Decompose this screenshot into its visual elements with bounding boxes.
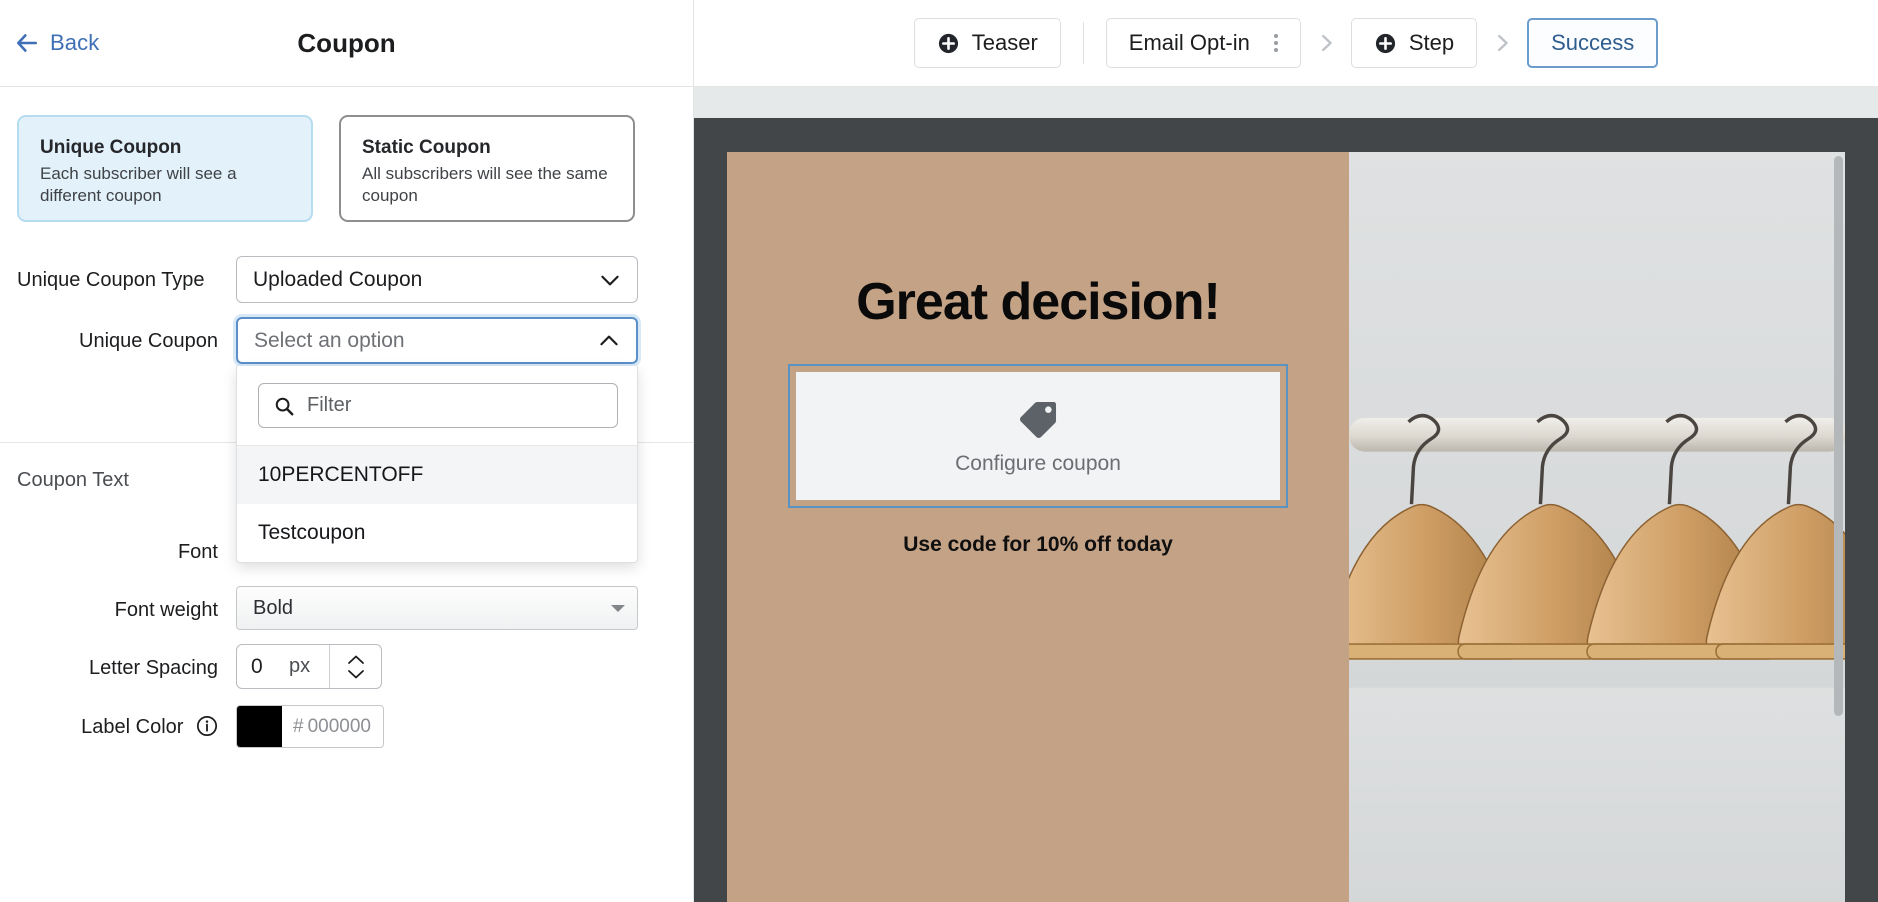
plus-circle-icon: [938, 33, 958, 53]
unique-coupon-select[interactable]: Select an option: [236, 317, 638, 364]
step-label: Step: [1408, 30, 1455, 55]
field-control: px: [236, 644, 382, 689]
label-color-text: Label Color: [81, 716, 184, 738]
step-button-success[interactable]: Success: [1527, 18, 1659, 68]
tag-icon: [1019, 401, 1057, 438]
back-button[interactable]: Back: [14, 30, 99, 56]
back-label: Back: [50, 30, 100, 55]
app-root: Back Coupon Unique Coupon Each subscribe…: [0, 0, 1878, 902]
field-letter-spacing: Letter Spacing px: [0, 644, 693, 689]
coupon-form: Unique Coupon Type Uploaded Coupon Uniqu…: [0, 222, 693, 748]
popup-headline: Great decision!: [856, 273, 1221, 331]
dropdown-filter-section: [237, 366, 637, 446]
field-label: Font weight: [114, 599, 218, 621]
panel-header: Back Coupon: [0, 0, 693, 87]
label-color-field[interactable]: # 000000: [236, 705, 384, 748]
step-options-kebab-icon[interactable]: [1273, 34, 1278, 52]
card-title: Static Coupon: [362, 137, 491, 158]
step-button-email-optin[interactable]: Email Opt-in: [1105, 18, 1301, 68]
coupon-placeholder-slot[interactable]: Configure coupon: [788, 364, 1288, 508]
field-label: Letter Spacing: [89, 657, 218, 679]
coupon-type-cards: Unique Coupon Each subscriber will see a…: [0, 87, 693, 222]
select-value: Uploaded Coupon: [253, 267, 423, 291]
field-control: Uploaded Coupon: [236, 256, 638, 303]
panel-body: Unique Coupon Each subscriber will see a…: [0, 87, 693, 902]
step-button-add-step[interactable]: Step: [1350, 18, 1478, 68]
field-label: Unique Coupon: [79, 330, 218, 352]
coupon-type-card-unique[interactable]: Unique Coupon Each subscriber will see a…: [17, 115, 313, 222]
field-control: # 000000: [236, 705, 384, 748]
field-label: Unique Coupon Type: [17, 269, 205, 291]
page-title: Coupon: [297, 27, 396, 58]
field-label: Label Color: [0, 705, 236, 741]
field-label: Font: [177, 541, 218, 563]
step-label: Email Opt-in: [1128, 30, 1250, 55]
hangers-photo: [1349, 152, 1845, 902]
unique-coupon-type-select[interactable]: Uploaded Coupon: [236, 256, 638, 303]
stepper-buttons[interactable]: [329, 645, 381, 688]
popup-image-column: [1349, 152, 1845, 902]
preview-scrollbar[interactable]: [1834, 156, 1843, 716]
dropdown-option-testcoupon[interactable]: Testcoupon: [237, 504, 637, 562]
chevron-up-icon: [600, 335, 618, 345]
hex-value: 000000: [307, 715, 371, 737]
select-value: Bold: [253, 596, 294, 619]
filter-input[interactable]: [307, 394, 603, 417]
preview-panel: Teaser Email Opt-in Step Success Great d…: [694, 0, 1878, 902]
coupon-type-card-static[interactable]: Static Coupon All subscribers will see t…: [339, 115, 635, 222]
popup-left-column: Great decision! Configure coupon Use cod…: [727, 152, 1349, 902]
hex-value-wrap: # 000000: [282, 716, 371, 738]
popup-content: Great decision! Configure coupon Use cod…: [727, 152, 1845, 902]
info-icon[interactable]: [196, 715, 218, 737]
field-control: Bold: [236, 586, 638, 630]
configure-coupon-text: Configure coupon: [955, 451, 1121, 475]
arrow-left-icon: [17, 34, 37, 52]
caret-down-icon: [611, 604, 625, 612]
step-nav-bar: Teaser Email Opt-in Step Success: [694, 0, 1878, 87]
search-icon: [275, 397, 294, 415]
popup-frame: Great decision! Configure coupon Use cod…: [694, 118, 1878, 902]
chevron-right-icon: [1498, 34, 1508, 52]
plus-circle-icon: [1375, 33, 1395, 53]
letter-spacing-stepper[interactable]: px: [236, 644, 382, 689]
chevron-down-icon[interactable]: [345, 668, 367, 680]
dropdown-option-10percentoff[interactable]: 10PERCENTOFF: [237, 446, 637, 504]
chevron-up-icon[interactable]: [345, 654, 367, 666]
coupon-settings-panel: Back Coupon Unique Coupon Each subscribe…: [0, 0, 694, 902]
field-font-weight: Font weight Bold: [0, 586, 693, 630]
card-description: Each subscriber will see a different cou…: [40, 163, 237, 206]
hex-hash: #: [293, 715, 304, 737]
letter-spacing-input[interactable]: [237, 654, 289, 679]
select-placeholder: Select an option: [254, 328, 405, 352]
chevron-right-icon: [1321, 34, 1332, 52]
font-weight-select[interactable]: Bold: [236, 586, 638, 630]
field-control: Select an option Filter 10PERCENTOFF Tes…: [236, 317, 638, 563]
unique-coupon-dropdown: 10PERCENTOFF Testcoupon: [236, 366, 638, 563]
preview-canvas: Great decision! Configure coupon Use cod…: [694, 87, 1878, 902]
chevron-down-icon: [601, 275, 619, 285]
color-swatch[interactable]: [237, 706, 282, 747]
card-title: Unique Coupon: [40, 137, 182, 158]
popup-subline: Use code for 10% off today: [903, 533, 1173, 556]
step-label: Teaser: [971, 30, 1038, 55]
field-unique-coupon: Unique Coupon Select an option Filter 10…: [0, 317, 693, 563]
field-unique-coupon-type: Unique Coupon Type Uploaded Coupon: [0, 256, 693, 303]
coupon-placeholder-inner[interactable]: Configure coupon: [796, 372, 1280, 500]
field-label-color: Label Color # 000000: [0, 705, 693, 748]
letter-spacing-unit: px: [289, 655, 311, 677]
step-button-teaser[interactable]: Teaser: [913, 18, 1061, 68]
card-description: All subscribers will see the same coupon: [362, 163, 608, 206]
filter-field[interactable]: [258, 383, 618, 428]
step-label: Success: [1551, 30, 1635, 55]
nav-divider: [1082, 22, 1084, 64]
